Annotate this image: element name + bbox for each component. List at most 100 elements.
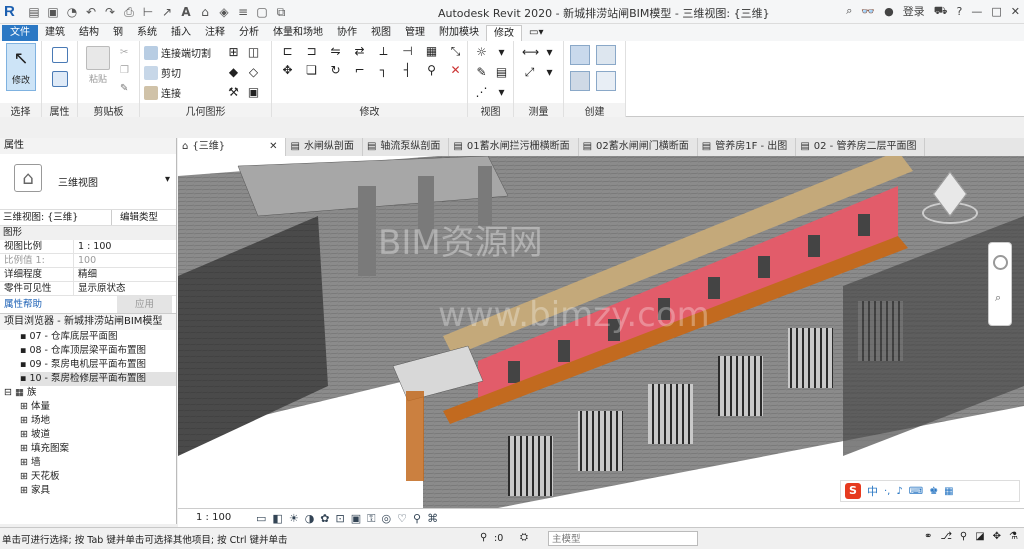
view-tab-1[interactable]: ▤ 水闸纵剖面 (286, 138, 363, 156)
ribbon-tab-7[interactable]: 分析 (232, 25, 266, 41)
cutprofile-icon[interactable]: ▾ (494, 85, 509, 100)
edit-type-button[interactable]: 编辑类型 (112, 210, 158, 225)
render-icon[interactable]: ✿ (320, 512, 329, 526)
beam-join-icon[interactable]: ▣ (246, 85, 261, 100)
binoculars-icon[interactable]: 👓 (861, 5, 875, 18)
family-item[interactable]: ⊞ 坡道 (20, 428, 176, 442)
face-select-icon[interactable]: ◪ (975, 531, 984, 542)
ribbon-tab-2[interactable]: 结构 (72, 25, 106, 41)
tools-icon[interactable]: ▦ (944, 486, 953, 497)
join-button[interactable]: 连接 (144, 85, 181, 100)
punct-icon[interactable]: ·, (884, 486, 890, 497)
detail-level-icon[interactable]: ▭ (256, 512, 266, 526)
sogou-icon[interactable]: S (845, 483, 861, 499)
select-panel-label[interactable]: 选择 (0, 103, 41, 118)
crop-region-icon[interactable]: ▣ (351, 512, 361, 526)
align-icon[interactable]: ⊏ (280, 44, 295, 59)
remove-paint-icon[interactable]: ◇ (246, 65, 261, 80)
family-item[interactable]: ⊞ 体量 (20, 400, 176, 414)
expand-icon[interactable]: ⊞ (20, 414, 28, 428)
mirror-draw-icon[interactable]: ⇄ (352, 44, 367, 59)
expand-icon[interactable]: ⊞ (20, 442, 28, 456)
ribbon-tab-5[interactable]: 插入 (164, 25, 198, 41)
split-gap-icon[interactable]: ⊣ (400, 44, 415, 59)
property-value[interactable]: 100 (74, 254, 96, 267)
print-icon[interactable]: ⎙ (121, 4, 137, 20)
copy-icon[interactable]: ❐ (120, 65, 129, 76)
mirror-axis-icon[interactable]: ⇋ (328, 44, 343, 59)
steering-wheel-icon[interactable] (993, 255, 1008, 270)
close-icon[interactable]: ✕ (269, 138, 277, 156)
collapse-icon[interactable]: ⊟ (4, 386, 12, 400)
browser-view-item[interactable]: ▪ 07 - 仓库底层平面图 (20, 330, 176, 344)
close-button[interactable]: ✕ (1011, 5, 1020, 18)
reveal-icon[interactable]: ♡ (397, 512, 407, 526)
ribbon-tab-8[interactable]: 体量和场地 (266, 25, 330, 41)
wall-join-icon[interactable]: ⊞ (226, 45, 241, 60)
offset-icon[interactable]: ⊐ (304, 44, 319, 59)
move-icon[interactable]: ✥ (280, 63, 295, 78)
browser-view-item[interactable]: ▪ 08 - 仓库顶层梁平面布置图 (20, 344, 176, 358)
shadows-icon[interactable]: ◑ (305, 512, 315, 526)
demolish-icon[interactable]: ⚒ (226, 85, 241, 100)
override-icon[interactable]: ▤ (494, 65, 509, 80)
family-item[interactable]: ⊞ 填充图案 (20, 442, 176, 456)
underlay-icon[interactable]: ⎇ (940, 531, 952, 542)
login-link[interactable]: 登录 (903, 3, 925, 19)
temp-hide-icon[interactable]: ◎ (382, 512, 392, 526)
ribbon-tab-10[interactable]: 视图 (364, 25, 398, 41)
aligned-dim-icon[interactable]: ⤢ (522, 65, 537, 80)
ribbon-tab-6[interactable]: 注释 (198, 25, 232, 41)
ribbon-tab-13[interactable]: 修改 (486, 25, 522, 41)
family-item[interactable]: ⊞ 天花板 (20, 470, 176, 484)
type-selector[interactable]: ⌂ 三维视图 ▾ (0, 154, 176, 210)
rotate-icon[interactable]: ↻ (328, 63, 343, 78)
ribbon-tab-3[interactable]: 钢 (106, 25, 130, 41)
ime-lang[interactable]: 中 (867, 483, 878, 499)
ribbon-tab-9[interactable]: 协作 (330, 25, 364, 41)
3d-viewport[interactable]: BIM资源网 www.bimzy.com ⌕ S 中 ·, ♪ ⌨ ♚ ▦ (178, 156, 1024, 508)
maximize-button[interactable]: □ (991, 5, 1001, 18)
revit-logo[interactable]: R (4, 3, 22, 21)
ribbon-tab-12[interactable]: 附加模块 (432, 25, 486, 41)
help-icon[interactable]: ? (957, 5, 963, 18)
modify-button[interactable]: ↖ 修改 (6, 43, 36, 91)
measure-icon[interactable]: ⊢ (140, 4, 156, 20)
expand-icon[interactable]: ⊞ (20, 484, 28, 498)
ribbon-tab-11[interactable]: 管理 (398, 25, 432, 41)
undo-icon[interactable]: ↶ (83, 4, 99, 20)
redo-icon[interactable]: ↷ (102, 4, 118, 20)
pin-icon[interactable]: ⚲ (424, 63, 439, 78)
sync-icon[interactable]: ◔ (64, 4, 80, 20)
browser-view-item[interactable]: ▪ 10 - 泵房检修层平面布置图 (20, 372, 176, 386)
design-option-selector[interactable]: 主模型 (548, 531, 698, 546)
crop-icon[interactable]: ⊡ (336, 512, 345, 526)
contextual-tab-icon[interactable]: ▭▾ (522, 25, 550, 41)
measure-dropdown-icon[interactable]: ▾ (542, 45, 557, 60)
hide-icon[interactable]: ▾ (494, 45, 509, 60)
split-face-icon[interactable]: ◫ (246, 45, 261, 60)
minimize-button[interactable]: — (971, 5, 982, 18)
ribbon-tab-4[interactable]: 系统 (130, 25, 164, 41)
family-item[interactable]: ⊞ 家具 (20, 484, 176, 498)
section-icon[interactable]: ◈ (216, 4, 232, 20)
cut-geometry-button[interactable]: 剪切 (144, 65, 181, 80)
workset-icon[interactable]: ⛭ (520, 532, 528, 543)
expand-icon[interactable]: ⊞ (20, 470, 28, 484)
zoom-icon[interactable]: ⌕ (995, 291, 1001, 305)
highlight-icon[interactable]: ⌘ (427, 512, 438, 526)
cope-button[interactable]: 连接端切割 (144, 45, 211, 60)
text-icon[interactable]: A (178, 4, 194, 20)
selection-filter-icon[interactable]: ⚗ (1009, 531, 1018, 542)
expand-icon[interactable]: ⊞ (20, 428, 28, 442)
cut-icon[interactable]: ✂ (120, 47, 128, 58)
create-assembly-icon[interactable] (570, 45, 590, 65)
view-tab-4[interactable]: ▤ 02蓄水闸闸门横断面 (579, 138, 698, 156)
family-root[interactable]: ⊟ ▦ 族 (0, 386, 176, 400)
linework-icon[interactable]: ⋰ (474, 85, 489, 100)
cart-icon[interactable]: ⛟ (934, 4, 948, 19)
close-hidden-icon[interactable]: ▢ (254, 4, 270, 20)
user-icon[interactable]: ● (884, 5, 894, 18)
open-icon[interactable]: ▤ (26, 4, 42, 20)
properties-icon[interactable] (52, 47, 68, 63)
